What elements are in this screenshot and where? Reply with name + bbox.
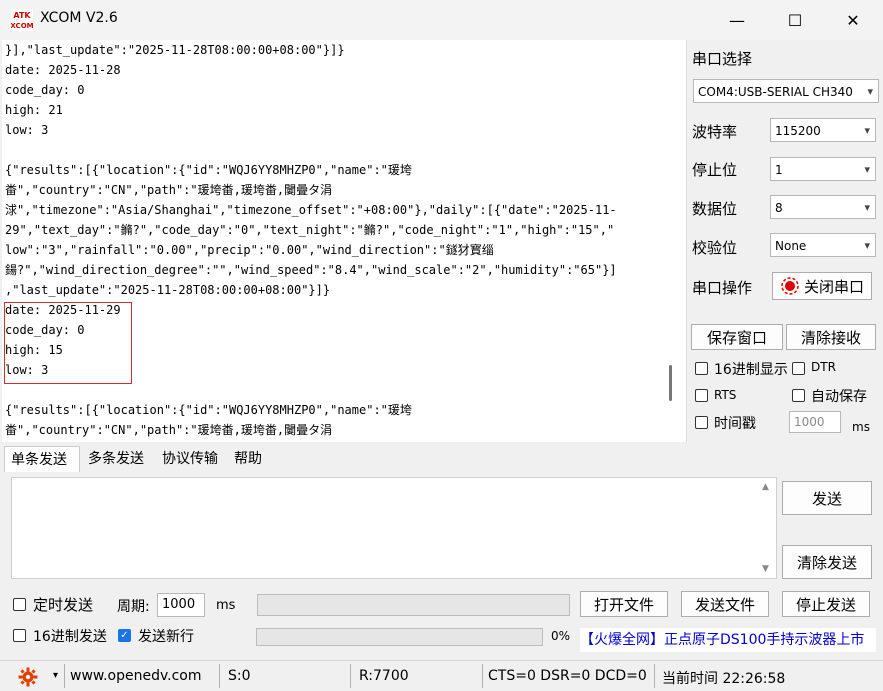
data-bits-label: 数据位	[692, 200, 738, 218]
dtr-label: DTR	[811, 360, 836, 374]
hex-send-label: 16进制发送	[33, 629, 107, 645]
ad-link[interactable]: 【火爆全网】正点原子DS100手持示波器上市	[580, 628, 876, 652]
tab-protocol[interactable]: 协议传输	[156, 446, 228, 472]
website-link[interactable]: www.openedv.com	[70, 668, 202, 684]
auto-save-checkbox[interactable]	[792, 389, 805, 402]
parity-label: 校验位	[692, 239, 738, 257]
stop-bits-label: 停止位	[692, 161, 738, 179]
receive-line: }],"last_update":"2025-11-28T08:00:00+08…	[5, 43, 345, 57]
close-port-label: 关闭串口	[803, 277, 864, 296]
port-select-label: 串口选择	[692, 50, 753, 68]
clear-send-button[interactable]: 清除发送	[782, 545, 872, 579]
minimize-button[interactable]: —	[708, 0, 766, 40]
receive-line: high: 21	[5, 103, 63, 117]
save-window-button[interactable]: 保存窗口	[691, 324, 783, 350]
period-input[interactable]: 1000	[157, 593, 205, 617]
file-path-field[interactable]	[257, 594, 570, 616]
window-title: XCOM V2.6	[40, 10, 118, 26]
timestamp-interval-input[interactable]: 1000	[789, 411, 841, 433]
timestamp-checkbox[interactable]	[695, 416, 708, 429]
period-unit: ms	[216, 598, 236, 613]
stop-bits-value: 1	[775, 163, 783, 177]
send-progress-bar	[256, 628, 543, 646]
auto-save-label: 自动保存	[811, 389, 867, 405]
maximize-button[interactable]: ☐	[766, 0, 824, 40]
tab-multi-send[interactable]: 多条发送	[82, 446, 156, 472]
port-status-icon	[781, 277, 799, 295]
timed-send-label: 定时发送	[33, 596, 94, 614]
port-select[interactable]: COM4:USB-SERIAL CH340 ▾	[693, 79, 879, 103]
tab-single-send[interactable]: 单条发送	[4, 446, 80, 472]
data-bits-value: 8	[775, 201, 783, 215]
rts-checkbox[interactable]	[695, 389, 708, 402]
svg-text:XCOM: XCOM	[11, 22, 33, 30]
timestamp-unit: ms	[852, 420, 870, 434]
receive-line: low: 3	[5, 123, 49, 137]
chevron-down-icon: ▾	[864, 239, 870, 252]
current-time: 当前时间 22:26:58	[662, 671, 786, 687]
status-bar: ▾ www.openedv.com S:0 R:7700 CTS=0 DSR=0…	[0, 660, 883, 691]
sent-count: S:0	[228, 668, 251, 684]
status-menu-dropdown-icon[interactable]: ▾	[53, 670, 58, 681]
send-progress-text: 0%	[551, 629, 571, 643]
title-bar: ATK XCOM XCOM V2.6 — ☐ ✕	[0, 0, 883, 40]
parity-select[interactable]: None ▾	[770, 233, 876, 257]
received-count: R:7700	[359, 668, 409, 684]
highlight-box	[4, 302, 132, 384]
receive-line: date: 2025-11-28	[5, 63, 121, 77]
baud-select-value: 115200	[775, 124, 821, 138]
receive-line: 鍚?","wind_direction_degree":"","wind_spe…	[5, 263, 617, 277]
send-newline-checkbox[interactable]: ✓	[118, 629, 131, 642]
receive-line: 畨","country":"CN","path":"瑗垮畨,瑗垮畨,闄曡タ涓	[5, 423, 333, 437]
close-button[interactable]: ✕	[824, 0, 882, 40]
stop-bits-select[interactable]: 1 ▾	[770, 157, 876, 181]
receive-line: ​	[2, 140, 686, 160]
receive-line: ,"last_update":"2025-11-28T08:00:00+08:0…	[5, 283, 331, 297]
receive-line: 29","text_day":"鏅?","code_day":"0","text…	[5, 223, 615, 237]
line-status: CTS=0 DSR=0 DCD=0	[488, 668, 647, 684]
hex-send-checkbox[interactable]	[13, 629, 26, 642]
open-file-button[interactable]: 打开文件	[580, 591, 668, 617]
send-newline-label: 发送新行	[138, 629, 194, 645]
chevron-down-icon: ▾	[864, 163, 870, 176]
svg-text:ATK: ATK	[13, 11, 31, 20]
gear-icon[interactable]	[18, 667, 38, 687]
timestamp-label: 时间戳	[714, 416, 756, 432]
data-bits-select[interactable]: 8 ▾	[770, 195, 876, 219]
chevron-down-icon: ▾	[864, 201, 870, 214]
app-logo-icon: ATK XCOM	[11, 9, 33, 31]
receive-text-area[interactable]: }],"last_update":"2025-11-28T08:00:00+08…	[2, 40, 687, 442]
rts-label: RTS	[714, 388, 737, 402]
tab-help[interactable]: 帮助	[228, 446, 274, 472]
baud-label: 波特率	[692, 123, 738, 141]
send-text-area[interactable]: ▲ ▼	[11, 477, 777, 579]
period-label: 周期:	[117, 599, 150, 615]
port-operation-label: 串口操作	[692, 279, 753, 297]
chevron-down-icon: ▾	[867, 85, 873, 98]
hex-display-checkbox[interactable]	[695, 362, 708, 375]
scroll-down-icon[interactable]: ▼	[762, 564, 769, 574]
scroll-up-icon[interactable]: ▲	[762, 482, 769, 492]
send-button[interactable]: 发送	[782, 481, 872, 515]
hex-display-label: 16进制显示	[714, 362, 788, 378]
send-scrollbar[interactable]: ▲ ▼	[758, 478, 776, 578]
receive-line: 畨","country":"CN","path":"瑗垮畨,瑗垮畨,闄曡タ涓	[5, 183, 333, 197]
clear-receive-button[interactable]: 清除接收	[786, 324, 876, 350]
receive-line: low":"3","rainfall":"0.00","precip":"0.0…	[5, 243, 494, 257]
close-port-button[interactable]: 关闭串口	[772, 272, 872, 300]
port-select-value: COM4:USB-SERIAL CH340	[698, 85, 853, 99]
baud-select[interactable]: 115200 ▾	[770, 118, 876, 142]
send-file-button[interactable]: 发送文件	[681, 591, 769, 617]
stop-send-button[interactable]: 停止发送	[782, 591, 870, 617]
receive-line: {"results":[{"location":{"id":"WQJ6YY8MH…	[5, 403, 412, 417]
parity-value: None	[775, 239, 807, 253]
chevron-down-icon: ▾	[864, 124, 870, 137]
receive-scrollbar[interactable]	[669, 365, 672, 401]
timed-send-checkbox[interactable]	[13, 598, 26, 611]
receive-line: code_day: 0	[5, 83, 85, 97]
receive-line: {"results":[{"location":{"id":"WQJ6YY8MH…	[5, 163, 412, 177]
settings-panel: 串口选择 COM4:USB-SERIAL CH340 ▾ 波特率 115200 ▾ …	[688, 40, 883, 442]
receive-line: 浗","timezone":"Asia/Shanghai","timezone_…	[5, 203, 617, 217]
dtr-checkbox[interactable]	[792, 362, 805, 375]
